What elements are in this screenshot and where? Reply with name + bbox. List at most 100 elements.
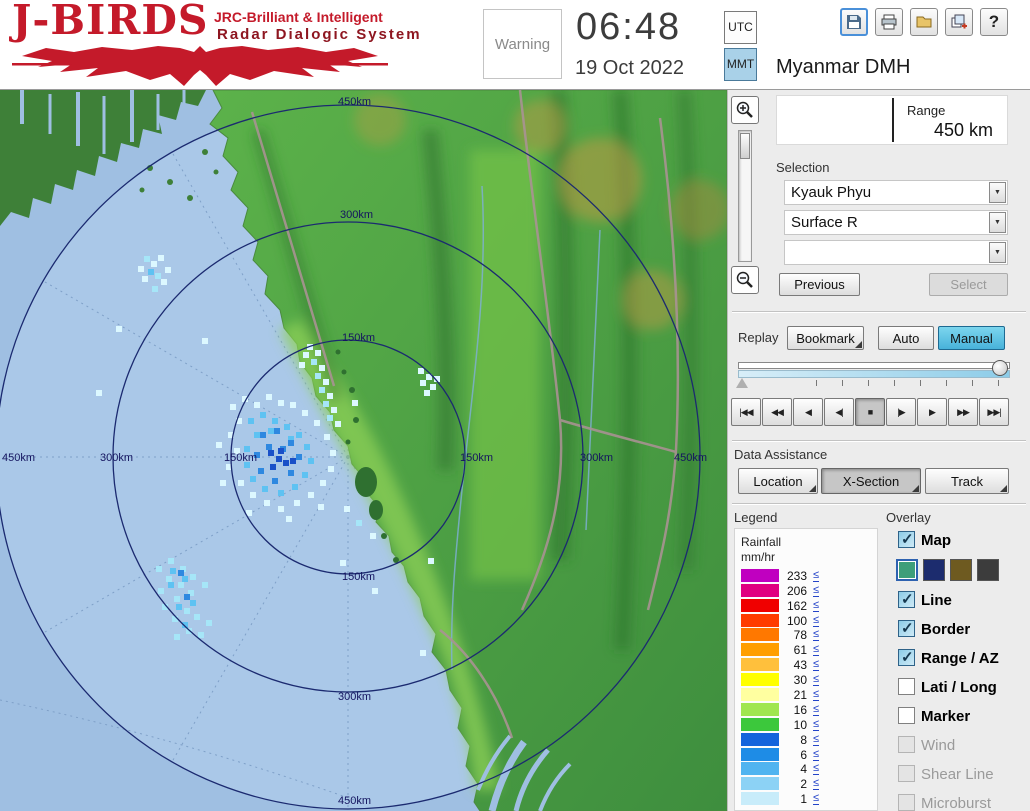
legend-value: 206 bbox=[781, 584, 807, 598]
overlay-item-label: Wind bbox=[921, 737, 955, 754]
overlay-row-microburst: Microburst bbox=[896, 794, 1028, 811]
step-forward-button[interactable]: |▶ bbox=[886, 398, 916, 426]
manual-button[interactable]: Manual bbox=[938, 326, 1005, 350]
xsection-button[interactable]: X-Section bbox=[821, 468, 921, 494]
map-style-swatch-3[interactable] bbox=[950, 559, 972, 581]
radar-map-canvas: 450km 300km 150km 150km 300km 450km 450k… bbox=[0, 90, 727, 811]
chevron-down-icon[interactable]: ▼ bbox=[989, 242, 1006, 263]
fast-rewind-button[interactable]: ◀◀ bbox=[762, 398, 792, 426]
warning-label: Warning bbox=[484, 36, 561, 53]
new-window-button[interactable] bbox=[945, 8, 973, 36]
zoom-in-button[interactable] bbox=[731, 96, 759, 124]
legend-color-swatch bbox=[741, 628, 779, 641]
skip-last-button[interactable]: ▶▶| bbox=[979, 398, 1009, 426]
slider-tick bbox=[894, 380, 895, 386]
range-divider bbox=[892, 98, 894, 142]
auto-button[interactable]: Auto bbox=[878, 326, 934, 350]
track-button[interactable]: Track bbox=[925, 468, 1009, 494]
overlay-item-label: Map bbox=[921, 532, 951, 549]
help-button[interactable]: ? bbox=[980, 8, 1008, 36]
clock-time: 06:48 bbox=[576, 6, 681, 49]
replay-label: Replay bbox=[738, 330, 778, 345]
map-style-swatches bbox=[896, 559, 1028, 581]
legend-row: 233≤ bbox=[739, 569, 875, 583]
save-icon bbox=[845, 13, 863, 31]
overlay-label: Overlay bbox=[886, 510, 931, 525]
legend-color-swatch bbox=[741, 599, 779, 612]
map-style-swatch-4[interactable] bbox=[977, 559, 999, 581]
replay-slider-thumb[interactable] bbox=[992, 360, 1008, 376]
map-checkbox[interactable]: ✓ bbox=[898, 531, 915, 548]
range-az-checkbox[interactable]: ✓ bbox=[898, 649, 915, 666]
map-style-swatch-1[interactable] bbox=[896, 559, 918, 581]
radar-map-display[interactable]: 450km 300km 150km 150km 300km 450km 450k… bbox=[0, 90, 727, 811]
legend-value: 1 bbox=[781, 792, 807, 806]
legend-color-swatch bbox=[741, 673, 779, 686]
utc-toggle-button[interactable]: UTC bbox=[724, 11, 757, 44]
map-style-swatch-2[interactable] bbox=[923, 559, 945, 581]
check-icon: ✓ bbox=[901, 619, 914, 637]
site-combo[interactable]: Kyauk Phyu ▼ bbox=[784, 180, 1008, 205]
location-button[interactable]: Location bbox=[738, 468, 818, 494]
previous-button[interactable]: Previous bbox=[779, 273, 860, 296]
slider-tick bbox=[816, 380, 817, 386]
legend-value: 4 bbox=[781, 762, 807, 776]
print-button[interactable] bbox=[875, 8, 903, 36]
slider-start-marker[interactable] bbox=[736, 378, 748, 388]
play-button[interactable]: ▶ bbox=[917, 398, 947, 426]
legend-row: 43≤ bbox=[739, 658, 875, 672]
separator bbox=[732, 503, 1026, 505]
legend-unit-2: mm/hr bbox=[741, 550, 775, 564]
site-combo-value: Kyauk Phyu bbox=[791, 184, 871, 201]
open-folder-icon bbox=[915, 13, 933, 31]
zoom-level-slider[interactable] bbox=[738, 130, 752, 262]
mmt-toggle-button[interactable]: MMT bbox=[724, 48, 757, 81]
overlay-row-map: ✓ Map bbox=[896, 531, 1028, 553]
line-checkbox[interactable]: ✓ bbox=[898, 591, 915, 608]
open-folder-button[interactable] bbox=[910, 8, 938, 36]
play-reverse-button[interactable]: ◀ bbox=[793, 398, 823, 426]
replay-slider-fill[interactable] bbox=[738, 370, 1010, 378]
zoom-slider-thumb[interactable] bbox=[740, 133, 750, 159]
fast-forward-button[interactable]: ▶▶ bbox=[948, 398, 978, 426]
step-back-button[interactable]: ◀| bbox=[824, 398, 854, 426]
chevron-down-icon[interactable]: ▼ bbox=[989, 182, 1006, 203]
legend-row: 10≤ bbox=[739, 718, 875, 732]
save-button[interactable] bbox=[840, 8, 868, 36]
skip-first-button[interactable]: |◀◀ bbox=[731, 398, 761, 426]
logo-tagline-2: Radar Dialogic System bbox=[217, 26, 422, 43]
chevron-down-icon[interactable]: ▼ bbox=[989, 212, 1006, 233]
data-assistance-label: Data Assistance bbox=[734, 447, 827, 462]
slider-tick bbox=[946, 380, 947, 386]
legend-value: 162 bbox=[781, 599, 807, 613]
replay-slider-track[interactable] bbox=[738, 362, 1010, 369]
legend-color-swatch bbox=[741, 777, 779, 790]
marker-checkbox[interactable] bbox=[898, 707, 915, 724]
check-icon: ✓ bbox=[901, 590, 914, 608]
overlay-item-label: Microburst bbox=[921, 795, 991, 811]
legend-color-swatch bbox=[741, 733, 779, 746]
extra-combo[interactable]: ▼ bbox=[784, 240, 1008, 265]
legend-lte-sign: ≤ bbox=[813, 673, 819, 686]
legend-color-swatch bbox=[741, 748, 779, 761]
bookmark-button[interactable]: Bookmark bbox=[787, 326, 864, 350]
stop-button[interactable]: ■ bbox=[855, 398, 885, 426]
slider-tick bbox=[920, 380, 921, 386]
legend-lte-sign: ≤ bbox=[813, 628, 819, 641]
product-combo[interactable]: Surface R ▼ bbox=[784, 210, 1008, 235]
overlay-row-marker: Marker bbox=[896, 707, 1028, 729]
legend-lte-sign: ≤ bbox=[813, 718, 819, 731]
legend-row: 100≤ bbox=[739, 614, 875, 628]
check-icon: ✓ bbox=[901, 648, 914, 666]
select-button[interactable]: Select bbox=[929, 273, 1008, 296]
ring-label: 300km bbox=[100, 452, 133, 464]
legend-value: 100 bbox=[781, 614, 807, 628]
border-checkbox[interactable]: ✓ bbox=[898, 620, 915, 637]
legend-value: 30 bbox=[781, 673, 807, 687]
zoom-out-icon bbox=[735, 270, 755, 290]
overlay-item-label: Line bbox=[921, 592, 952, 609]
lati-long-checkbox[interactable] bbox=[898, 678, 915, 695]
overlay-item-label: Shear Line bbox=[921, 766, 994, 783]
overlay-row-lati-long: Lati / Long bbox=[896, 678, 1028, 700]
zoom-out-button[interactable] bbox=[731, 266, 759, 294]
